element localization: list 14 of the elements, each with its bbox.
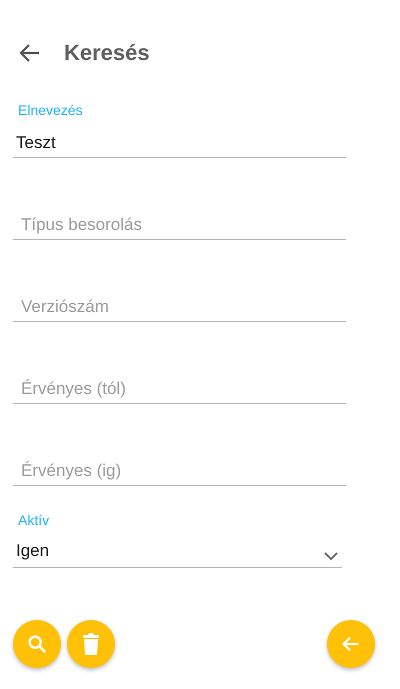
input-field[interactable]: Érvényes (tól): [13, 364, 346, 404]
select-field[interactable]: Igen: [13, 528, 342, 568]
chevron-down-icon: [324, 552, 338, 561]
search-button[interactable]: [13, 620, 61, 668]
input-field[interactable]: Teszt: [13, 118, 346, 158]
input-field[interactable]: Verziószám: [13, 282, 346, 322]
trash-icon: [81, 632, 101, 656]
page-title: Keresés: [64, 40, 150, 66]
input-field[interactable]: Érvényes (ig): [13, 446, 346, 486]
field-label: Aktív: [17, 512, 50, 528]
search-icon: [26, 633, 48, 655]
input-field[interactable]: Típus besorolás: [13, 200, 346, 240]
field-label: Elnevezés: [17, 102, 84, 118]
delete-button[interactable]: [67, 620, 115, 668]
